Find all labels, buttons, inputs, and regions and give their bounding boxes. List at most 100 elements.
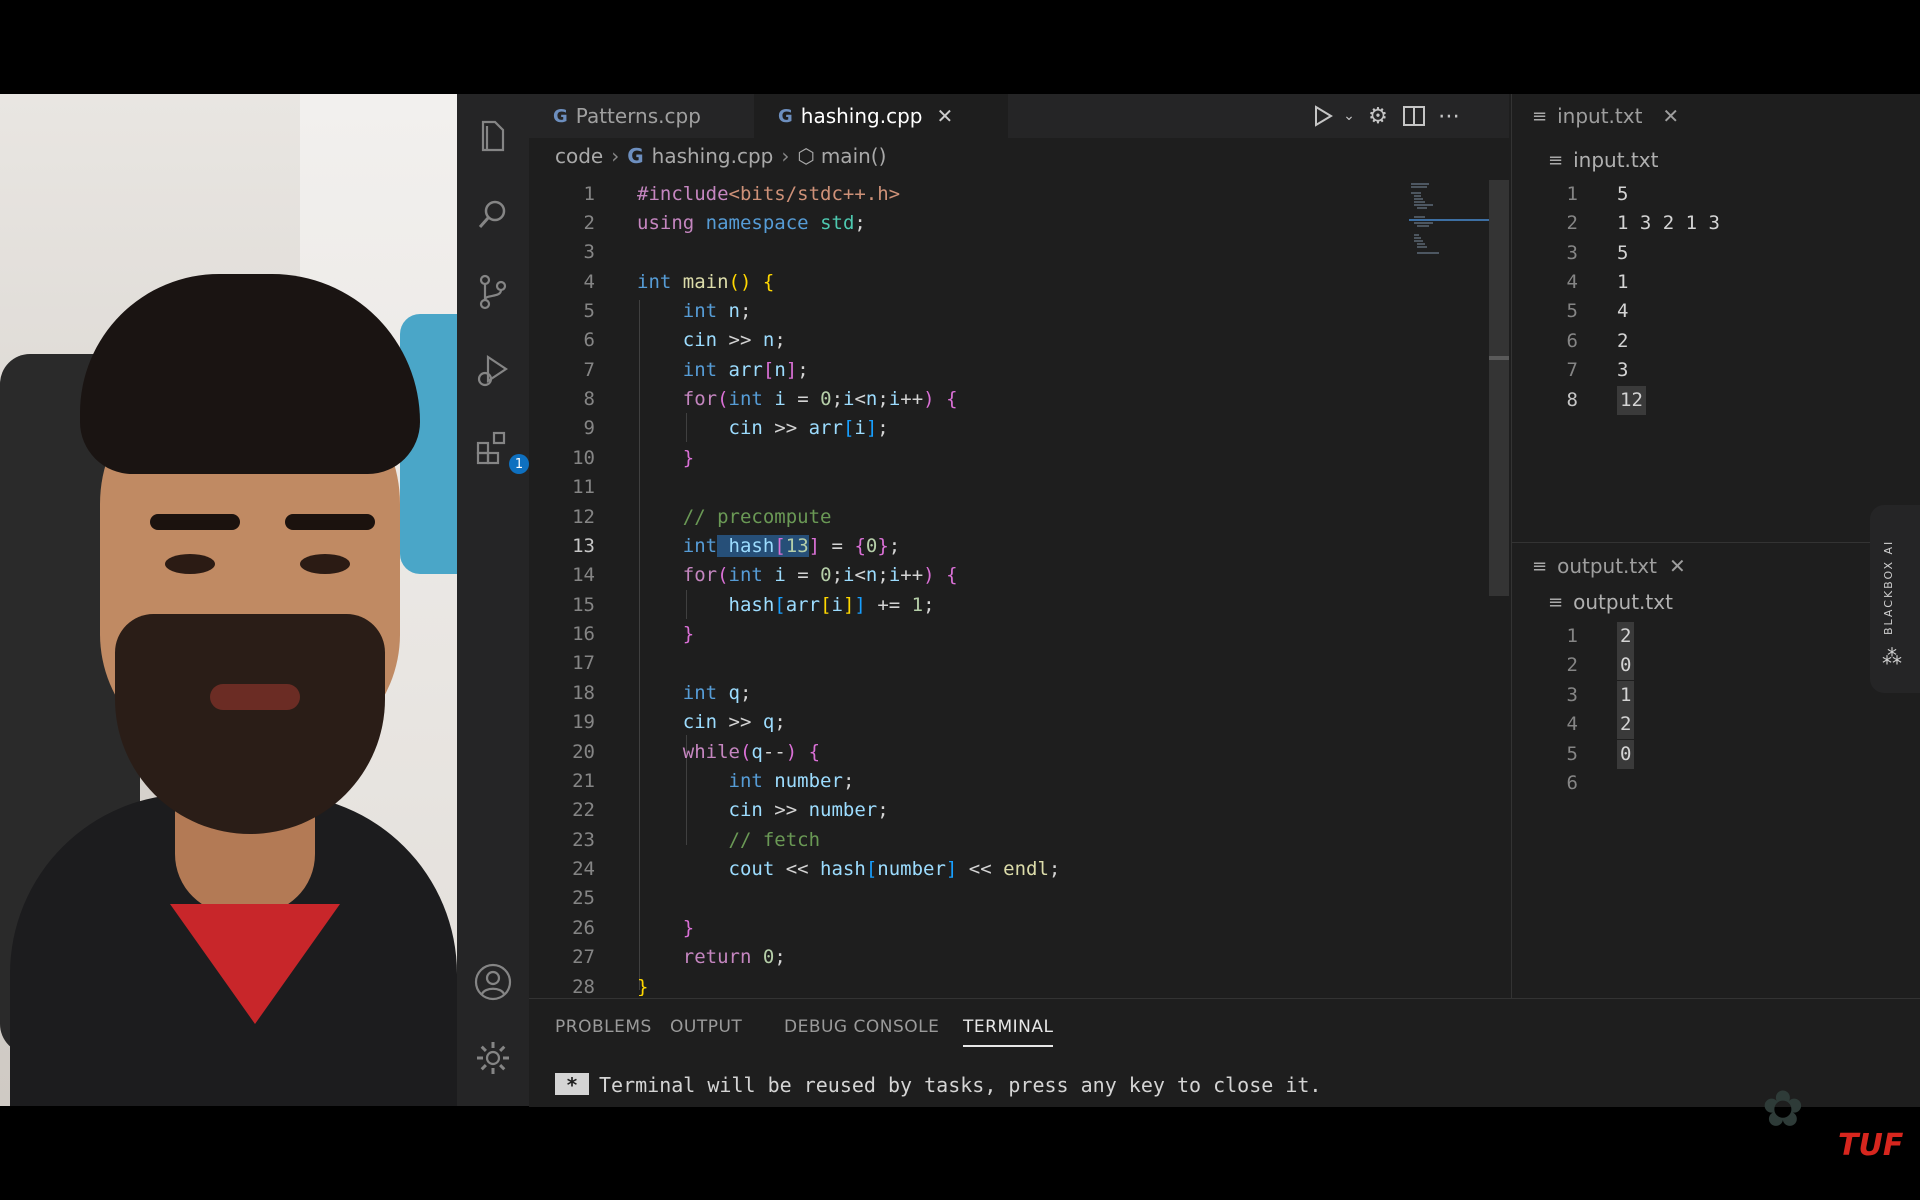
terminal-message: Terminal will be reused by tasks, press … xyxy=(599,1073,1322,1097)
code-line: 8 for(int i = 0;i<n;i++) { xyxy=(583,388,958,410)
breadcrumb-file[interactable]: hashing.cpp xyxy=(652,144,774,168)
code-line: 3 xyxy=(583,241,595,263)
output-breadcrumb: ≡ output.txt xyxy=(1548,590,1673,614)
close-tab-icon[interactable]: ✕ xyxy=(936,104,953,128)
code-line: 21 int number; xyxy=(572,770,855,792)
text-file-icon: ≡ xyxy=(1532,555,1548,577)
code-area[interactable]: 1 #include<bits/stdc++.h> 2 using namespac… xyxy=(529,180,1509,996)
extensions-badge: 1 xyxy=(509,454,529,474)
blackbox-ai-widget[interactable]: BLACKBOX AI ⁂ xyxy=(1870,505,1920,693)
tab-output-txt[interactable]: ≡ output.txt ✕ xyxy=(1532,544,1686,588)
split-editor-icon[interactable] xyxy=(1400,102,1428,130)
code-line: 19 cin >> q; xyxy=(572,711,786,733)
code-line: 14 for(int i = 0;i<n;i++) { xyxy=(572,564,958,586)
cpp-file-icon: G xyxy=(778,105,793,127)
text-file-icon: ≡ xyxy=(1548,591,1564,613)
code-line: 12 // precompute xyxy=(572,506,832,528)
tab-input-txt[interactable]: ≡ input.txt ✕ xyxy=(1532,94,1679,138)
tab-debug-console[interactable]: DEBUG CONSOLE xyxy=(784,1017,939,1037)
code-line: 6 cin >> n; xyxy=(583,329,786,351)
text-file-icon: ≡ xyxy=(1548,149,1564,171)
input-editor: ≡ input.txt ✕ ≡ input.txt 15 21 3 2 1 3 … xyxy=(1512,94,1920,542)
blackbox-label: BLACKBOX AI xyxy=(1882,539,1895,635)
code-line: 17 xyxy=(572,652,595,674)
editor-tab-bar: G Patterns.cpp G hashing.cpp ✕ ⌄ ⚙ ⋯ xyxy=(529,94,1509,138)
manage-gear-icon[interactable] xyxy=(473,1038,513,1078)
code-line: 11 xyxy=(572,476,595,498)
tab-problems[interactable]: PROBLEMS xyxy=(555,1017,652,1037)
code-line: 2 using namespace std; xyxy=(583,212,866,234)
run-debug-icon[interactable] xyxy=(473,350,513,390)
presenter-mouth xyxy=(210,684,300,710)
more-actions-icon[interactable]: ⋯ xyxy=(1435,102,1463,130)
code-line: 7 int arr[n]; xyxy=(583,359,809,381)
minimap[interactable] xyxy=(1409,180,1489,260)
secondary-editor-group: ≡ input.txt ✕ ≡ input.txt 15 21 3 2 1 3 … xyxy=(1511,94,1920,998)
presenter-brow xyxy=(150,514,240,530)
vscode-window: 1 G Patterns.cpp G hashing.cpp ✕ ⌄ ⚙ ⋯ c… xyxy=(457,94,1920,1107)
code-line: 9 cin >> arr[i]; xyxy=(583,417,889,439)
bottom-panel: PROBLEMS OUTPUT DEBUG CONSOLE TERMINAL *… xyxy=(529,998,1920,1107)
tab-output[interactable]: OUTPUT xyxy=(670,1017,742,1037)
input-breadcrumb: ≡ input.txt xyxy=(1548,148,1658,172)
tab-label: Patterns.cpp xyxy=(575,104,701,128)
gear-icon[interactable]: ⚙ xyxy=(1364,102,1392,130)
tab-terminal[interactable]: TERMINAL xyxy=(963,1017,1054,1047)
code-line: 4 int main() { xyxy=(583,271,775,293)
breadcrumb-symbol[interactable]: main() xyxy=(821,144,887,168)
cpp-file-icon: G xyxy=(627,144,644,168)
close-tab-icon[interactable]: ✕ xyxy=(1669,554,1686,578)
watermark-logo-icon: ✿ xyxy=(1762,1080,1804,1138)
tab-hashing-cpp[interactable]: G hashing.cpp ✕ xyxy=(754,94,1008,138)
code-line: 25 xyxy=(572,887,595,909)
cpp-file-icon: G xyxy=(553,105,568,127)
code-line: 26 } xyxy=(572,917,695,939)
close-tab-icon[interactable]: ✕ xyxy=(1662,104,1679,128)
chevron-right-icon: › xyxy=(781,144,790,168)
code-line: 20 while(q--) { xyxy=(572,741,821,763)
code-line: 24 cout << hash[number] << endl; xyxy=(572,858,1061,880)
code-line: 27 return 0; xyxy=(572,946,786,968)
pane-divider[interactable] xyxy=(1512,542,1920,543)
channel-logo: TUF xyxy=(1838,1128,1904,1163)
run-icon[interactable] xyxy=(1309,102,1337,130)
activity-bar: 1 xyxy=(457,94,529,1106)
code-line: 16 } xyxy=(572,623,695,645)
run-dropdown-chevron-icon[interactable]: ⌄ xyxy=(1335,102,1363,130)
code-line: 22 cin >> number; xyxy=(572,799,889,821)
breadcrumb-file[interactable]: input.txt xyxy=(1573,148,1658,172)
terminal-output[interactable]: * Terminal will be reused by tasks, press… xyxy=(555,1073,1321,1097)
tab-label: hashing.cpp xyxy=(800,104,923,128)
tab-label: output.txt xyxy=(1557,554,1657,578)
code-line: 23 // fetch xyxy=(572,829,821,851)
function-symbol-icon: ⬡ xyxy=(797,144,815,168)
presenter-eye xyxy=(300,554,350,574)
tab-patterns-cpp[interactable]: G Patterns.cpp xyxy=(529,94,778,138)
tab-label: input.txt xyxy=(1557,104,1643,128)
breadcrumb: code › G hashing.cpp › ⬡ main() xyxy=(529,138,1509,174)
code-line: 10 } xyxy=(572,447,695,469)
presenter-brow xyxy=(285,514,375,530)
code-line: 5 int n; xyxy=(583,300,752,322)
editor-scrollbar[interactable] xyxy=(1489,180,1509,596)
account-icon[interactable] xyxy=(473,962,513,1002)
overview-ruler-marker xyxy=(1489,356,1509,360)
code-line: 28} xyxy=(572,976,649,996)
breadcrumb-folder[interactable]: code xyxy=(555,144,603,168)
presenter-eye xyxy=(165,554,215,574)
extensions-icon[interactable]: 1 xyxy=(473,428,529,474)
code-editor: G Patterns.cpp G hashing.cpp ✕ ⌄ ⚙ ⋯ cod… xyxy=(529,94,1509,998)
code-line: 1 #include<bits/stdc++.h> xyxy=(583,183,901,205)
code-line: 15 hash[arr[i]] += 1; xyxy=(572,594,935,616)
explorer-icon[interactable] xyxy=(473,116,513,156)
terminal-task-icon: * xyxy=(555,1073,589,1097)
breadcrumb-file[interactable]: output.txt xyxy=(1573,590,1673,614)
code-line: 18 int q; xyxy=(572,682,752,704)
source-control-icon[interactable] xyxy=(473,272,513,312)
blackbox-logo-icon: ⁂ xyxy=(1882,645,1902,669)
webcam-video xyxy=(0,94,457,1106)
chevron-right-icon: › xyxy=(611,144,620,168)
text-file-icon: ≡ xyxy=(1532,105,1548,127)
code-line-current: 13 int hash[13] = {0}; xyxy=(572,535,901,557)
search-icon[interactable] xyxy=(473,194,513,234)
